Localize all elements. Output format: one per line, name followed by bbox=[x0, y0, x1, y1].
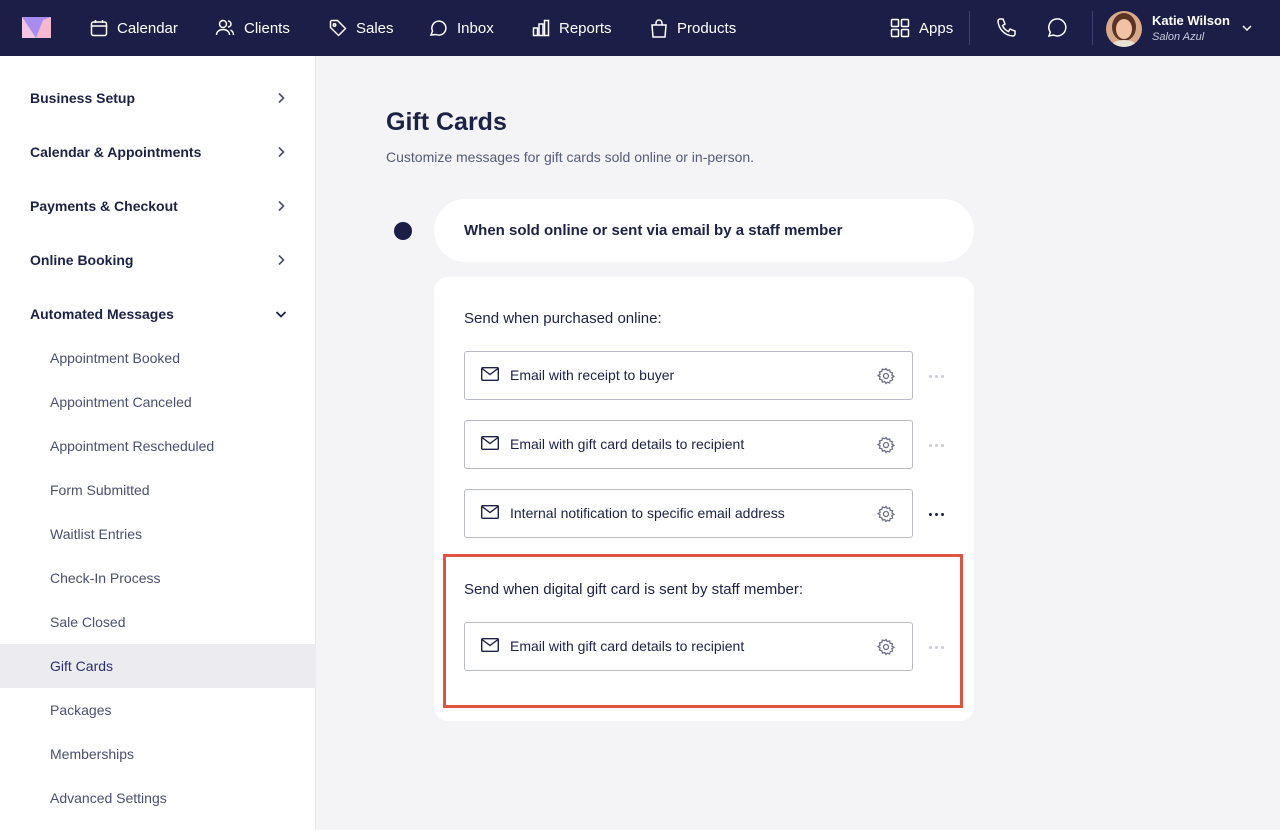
chat-icon[interactable] bbox=[1045, 16, 1069, 40]
message-label: Internal notification to specific email … bbox=[510, 505, 785, 521]
nav-sales-label: Sales bbox=[356, 19, 394, 37]
tag-icon bbox=[329, 19, 347, 37]
shopping-bag-icon bbox=[651, 18, 667, 38]
sidebar-item-appointment-canceled[interactable]: Appointment Canceled bbox=[0, 380, 316, 424]
nav-sales[interactable]: Sales bbox=[329, 0, 394, 56]
message-row-details-to-recipient[interactable]: Email with gift card details to recipien… bbox=[464, 420, 913, 469]
sidebar-item-waitlist-entries[interactable]: Waitlist Entries bbox=[0, 512, 316, 556]
settings-sidebar: Business Setup Calendar & Appointments P… bbox=[0, 56, 316, 830]
sidebar-section-label: Business Setup bbox=[30, 90, 136, 106]
group-label-purchased-online: Send when purchased online: bbox=[464, 310, 662, 327]
calendar-icon bbox=[90, 20, 108, 37]
highlight-box bbox=[443, 554, 963, 708]
chevron-right-icon bbox=[278, 200, 285, 212]
sidebar-section-label: Calendar & Appointments bbox=[30, 144, 202, 160]
sidebar-item-appointment-rescheduled[interactable]: Appointment Rescheduled bbox=[0, 424, 316, 468]
message-label: Email with gift card details to recipien… bbox=[510, 436, 745, 452]
chevron-down-icon[interactable] bbox=[1240, 21, 1254, 35]
sidebar-item-gift-cards[interactable]: Gift Cards bbox=[0, 644, 316, 688]
apps-grid-icon bbox=[890, 18, 910, 38]
chevron-down-icon bbox=[275, 311, 287, 318]
mail-icon bbox=[481, 436, 499, 450]
nav-calendar-label: Calendar bbox=[117, 19, 178, 37]
gear-icon[interactable] bbox=[877, 436, 895, 454]
sidebar-item-appointment-booked[interactable]: Appointment Booked bbox=[0, 336, 316, 380]
users-icon bbox=[215, 19, 235, 36]
trigger-label: When sold online or sent via email by a … bbox=[464, 222, 843, 239]
message-row-internal-notification[interactable]: Internal notification to specific email … bbox=[464, 489, 913, 538]
user-salon: Salon Azul bbox=[1152, 31, 1205, 43]
more-options-button[interactable] bbox=[926, 504, 946, 524]
sidebar-section-online-booking[interactable]: Online Booking bbox=[0, 238, 316, 282]
sidebar-item-advanced-settings[interactable]: Advanced Settings bbox=[0, 776, 316, 820]
mail-icon bbox=[481, 505, 499, 519]
nav-reports-label: Reports bbox=[559, 19, 612, 37]
top-nav: Calendar Clients Sales Inbox Reports Pro… bbox=[0, 0, 1280, 56]
brand-logo[interactable] bbox=[22, 17, 51, 38]
phone-icon[interactable] bbox=[995, 16, 1019, 40]
nav-divider bbox=[1092, 11, 1093, 45]
inbox-icon bbox=[429, 20, 447, 36]
nav-products-label: Products bbox=[677, 19, 737, 37]
sidebar-item-memberships[interactable]: Memberships bbox=[0, 732, 316, 776]
sidebar-item-form-submitted[interactable]: Form Submitted bbox=[0, 468, 316, 512]
chevron-right-icon bbox=[278, 146, 285, 158]
nav-reports[interactable]: Reports bbox=[532, 0, 612, 56]
nav-products[interactable]: Products bbox=[650, 0, 736, 56]
trigger-header: When sold online or sent via email by a … bbox=[434, 199, 974, 262]
sidebar-item-sale-closed[interactable]: Sale Closed bbox=[0, 600, 316, 644]
avatar[interactable] bbox=[1106, 11, 1142, 47]
nav-divider bbox=[969, 11, 970, 45]
nav-calendar[interactable]: Calendar bbox=[90, 0, 178, 56]
gear-icon[interactable] bbox=[877, 505, 895, 523]
more-options-button[interactable] bbox=[926, 366, 946, 386]
page-subtitle: Customize messages for gift cards sold o… bbox=[386, 149, 755, 165]
sidebar-section-label: Automated Messages bbox=[30, 306, 174, 322]
bar-chart-icon bbox=[532, 19, 550, 37]
sidebar-section-payments-checkout[interactable]: Payments & Checkout bbox=[0, 184, 316, 228]
nav-clients[interactable]: Clients bbox=[215, 0, 290, 56]
page-title: Gift Cards bbox=[386, 108, 507, 136]
nav-inbox[interactable]: Inbox bbox=[429, 0, 494, 56]
nav-apps[interactable]: Apps bbox=[890, 0, 953, 56]
nav-inbox-label: Inbox bbox=[457, 19, 494, 37]
gear-icon[interactable] bbox=[877, 367, 895, 385]
nav-apps-label: Apps bbox=[919, 19, 954, 37]
sidebar-section-label: Online Booking bbox=[30, 252, 134, 268]
timeline-dot bbox=[394, 222, 412, 240]
message-row-receipt-to-buyer[interactable]: Email with receipt to buyer bbox=[464, 351, 913, 400]
sidebar-section-calendar-appointments[interactable]: Calendar & Appointments bbox=[0, 130, 316, 174]
message-label: Email with receipt to buyer bbox=[510, 367, 675, 383]
sidebar-item-check-in-process[interactable]: Check-In Process bbox=[0, 556, 316, 600]
chevron-right-icon bbox=[278, 254, 285, 266]
user-name[interactable]: Katie Wilson bbox=[1152, 13, 1230, 28]
chevron-right-icon bbox=[278, 92, 285, 104]
more-options-button[interactable] bbox=[926, 435, 946, 455]
sidebar-section-label: Payments & Checkout bbox=[30, 198, 178, 214]
sidebar-section-business-setup[interactable]: Business Setup bbox=[0, 76, 316, 120]
sidebar-section-automated-messages[interactable]: Automated Messages bbox=[0, 292, 316, 336]
nav-clients-label: Clients bbox=[244, 19, 290, 37]
mail-icon bbox=[481, 367, 499, 381]
sidebar-item-packages[interactable]: Packages bbox=[0, 688, 316, 732]
